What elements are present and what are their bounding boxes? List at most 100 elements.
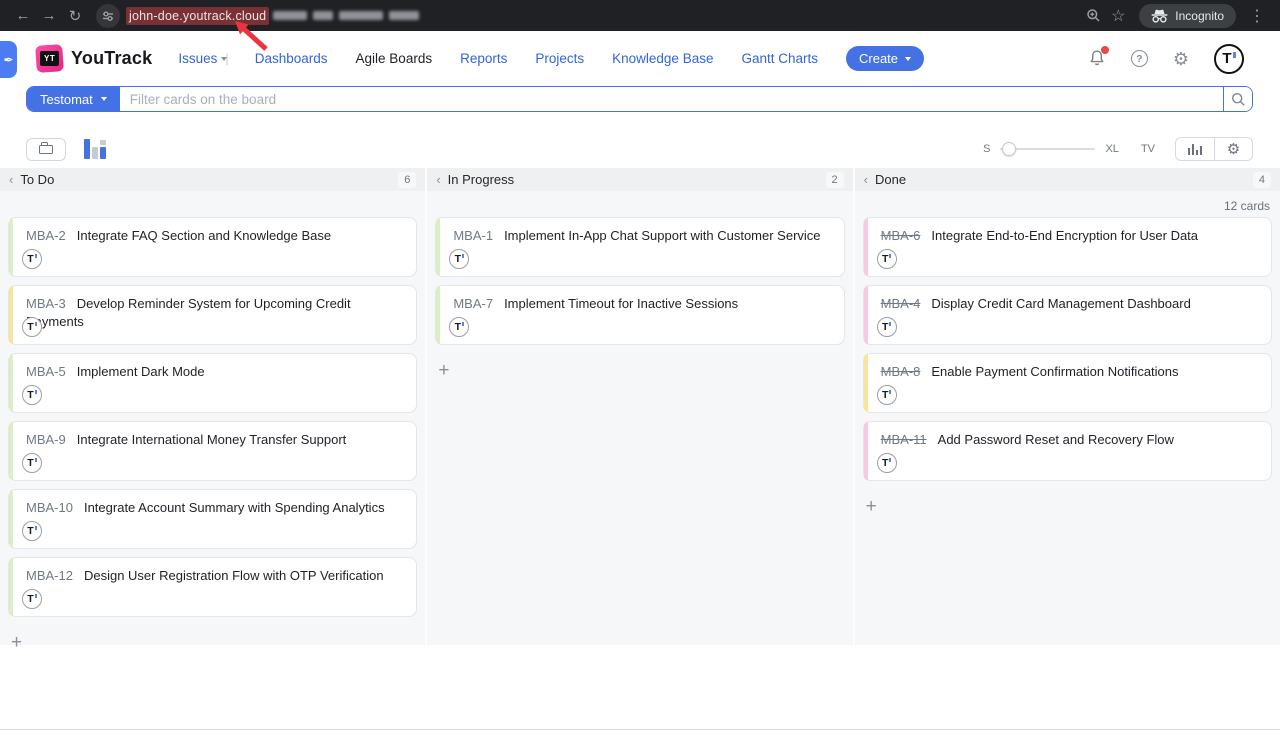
settings-gear-icon[interactable]: ⚙	[1173, 50, 1189, 68]
board-card[interactable]: MBA-1Implement In-App Chat Support with …	[435, 217, 844, 277]
card-color-stripe	[9, 354, 13, 412]
board-card[interactable]: MBA-5Implement Dark ModeT	[8, 353, 417, 413]
board-card[interactable]: MBA-8Enable Payment Confirmation Notific…	[863, 353, 1272, 413]
assignee-avatar[interactable]: T	[877, 317, 897, 337]
board-chart-toggle-icon[interactable]	[84, 139, 106, 159]
card-color-stripe	[9, 490, 13, 548]
avatar-accent	[462, 254, 464, 258]
search-button[interactable]	[1223, 87, 1252, 111]
card-color-stripe	[864, 286, 868, 344]
board-card[interactable]: MBA-3Develop Reminder System for Upcomin…	[8, 285, 417, 345]
collapse-column-icon[interactable]: ‹	[9, 172, 13, 187]
help-icon[interactable]: ?	[1131, 50, 1148, 67]
card-color-stripe	[9, 218, 13, 276]
board-settings-button[interactable]: ⚙	[1214, 137, 1253, 161]
filter-cards-input[interactable]	[120, 87, 1223, 111]
add-card-button[interactable]: +	[11, 633, 29, 652]
nav-projects[interactable]: Projects	[535, 51, 584, 66]
tv-mode-button[interactable]: TV	[1141, 143, 1155, 155]
collapse-column-icon[interactable]: ‹	[864, 172, 868, 187]
board-card[interactable]: MBA-6 Integrate End-to-End Encryption for…	[863, 217, 1272, 277]
board-card[interactable]: MBA-7Implement Timeout for Inactive Sess…	[435, 285, 844, 345]
nav-knowledge-base[interactable]: Knowledge Base	[612, 51, 713, 66]
card-title: Add Password Reset and Recovery Flow	[938, 432, 1174, 447]
address-bar-url[interactable]: john-doe.youtrack.cloud	[126, 7, 269, 25]
card-title: Integrate FAQ Section and Knowledge Base	[77, 228, 331, 243]
assignee-avatar[interactable]: T	[22, 521, 42, 541]
card-id[interactable]: MBA-10	[26, 500, 73, 515]
bookmark-star-icon[interactable]: ☆	[1105, 6, 1131, 26]
board-selector-button[interactable]: Testomat	[27, 87, 120, 111]
collapse-column-icon[interactable]: ‹	[436, 172, 440, 187]
card-id[interactable]: MBA-7	[453, 296, 493, 311]
incognito-icon	[1151, 9, 1168, 23]
board-card[interactable]: MBA-11 Add Password Reset and Recovery Fl…	[863, 421, 1272, 481]
assignee-avatar[interactable]: T	[22, 453, 42, 473]
assignee-avatar[interactable]: T	[22, 317, 42, 337]
column-count: 6	[398, 172, 416, 188]
card-id[interactable]: MBA-1	[453, 228, 493, 243]
card-size-slider[interactable]	[1000, 142, 1095, 156]
chevron-down-icon	[905, 57, 911, 61]
cards-total-label: 12 cards	[1224, 199, 1270, 213]
avatar-letter: T	[27, 593, 33, 605]
assignee-avatar[interactable]: T	[449, 249, 469, 269]
board-card[interactable]: MBA-2 Integrate FAQ Section and Knowledge…	[8, 217, 417, 277]
card-title: Design User Registration Flow with OTP V…	[84, 568, 384, 583]
page: ← → ↻ john-doe.youtrack.cloud ☆	[0, 0, 1280, 742]
card-id[interactable]: MBA-5	[26, 364, 66, 379]
browser-menu-icon[interactable]: ⋮	[1244, 6, 1270, 26]
site-settings-icon[interactable]	[96, 4, 120, 28]
card-id[interactable]: MBA-12	[26, 568, 73, 583]
forward-icon[interactable]: →	[36, 7, 62, 24]
back-icon[interactable]: ←	[10, 7, 36, 24]
card-title: Integrate End-to-End Encryption for User…	[931, 228, 1198, 243]
card-id[interactable]: MBA-4	[881, 296, 921, 311]
notification-dot	[1101, 46, 1109, 54]
notifications-bell-icon[interactable]	[1088, 49, 1106, 68]
assignee-avatar[interactable]: T	[877, 249, 897, 269]
add-card-button[interactable]: +	[438, 361, 456, 380]
sprint-folder-button[interactable]	[26, 138, 66, 161]
chevron-down-icon[interactable]	[221, 57, 227, 61]
youtrack-logo[interactable]: YT YouTrack	[36, 45, 152, 72]
nav-gantt-charts[interactable]: Gantt Charts	[741, 51, 818, 66]
nav-agile-boards[interactable]: Agile Boards	[356, 51, 433, 66]
add-card-button[interactable]: +	[866, 497, 884, 516]
extension-tab-icon[interactable]: ✒	[0, 41, 17, 78]
zoom-page-icon[interactable]	[1086, 8, 1101, 23]
nav-dashboards[interactable]: Dashboards	[255, 51, 328, 66]
chart-view-button[interactable]	[1175, 137, 1214, 161]
board-card[interactable]: MBA-4Display Credit Card Management Dash…	[863, 285, 1272, 345]
nav-issues[interactable]: Issues	[178, 51, 217, 66]
create-button[interactable]: Create	[846, 46, 924, 71]
assignee-avatar[interactable]: T	[877, 385, 897, 405]
board-card[interactable]: MBA-9Integrate International Money Trans…	[8, 421, 417, 481]
board-card[interactable]: MBA-10Integrate Account Summary with Spe…	[8, 489, 417, 549]
slider-handle[interactable]	[1002, 142, 1016, 156]
assignee-avatar[interactable]: T	[877, 453, 897, 473]
card-id[interactable]: MBA-11	[881, 432, 927, 447]
column-title: In Progress	[448, 172, 514, 187]
assignee-avatar[interactable]: T	[449, 317, 469, 337]
board-column: ‹Done4MBA-6Integrate End-to-End Encrypti…	[853, 168, 1280, 645]
assignee-avatar[interactable]: T	[22, 589, 42, 609]
card-id[interactable]: MBA-9	[26, 432, 66, 447]
card-id[interactable]: MBA-2	[26, 228, 66, 243]
nav-reports[interactable]: Reports	[460, 51, 507, 66]
assignee-avatar[interactable]: T	[22, 385, 42, 405]
card-title: Develop Reminder System for Upcoming Cre…	[26, 296, 351, 329]
card-id[interactable]: MBA-8	[881, 364, 921, 379]
main-nav: Issues | Dashboards Agile Boards Reports…	[178, 46, 924, 71]
column-header[interactable]: ‹In Progress2	[427, 168, 852, 191]
card-id[interactable]: MBA-6	[881, 228, 921, 243]
reload-icon[interactable]: ↻	[62, 7, 88, 25]
column-header[interactable]: ‹To Do6	[0, 168, 425, 191]
column-title: Done	[875, 172, 906, 187]
column-cards: MBA-2 Integrate FAQ Section and Knowledge…	[0, 191, 425, 652]
column-header[interactable]: ‹Done4	[855, 168, 1280, 191]
assignee-avatar[interactable]: T	[22, 249, 42, 269]
card-id[interactable]: MBA-3	[26, 296, 66, 311]
user-avatar[interactable]: T	[1214, 44, 1244, 74]
board-card[interactable]: MBA-12 Design User Registration Flow with…	[8, 557, 417, 617]
